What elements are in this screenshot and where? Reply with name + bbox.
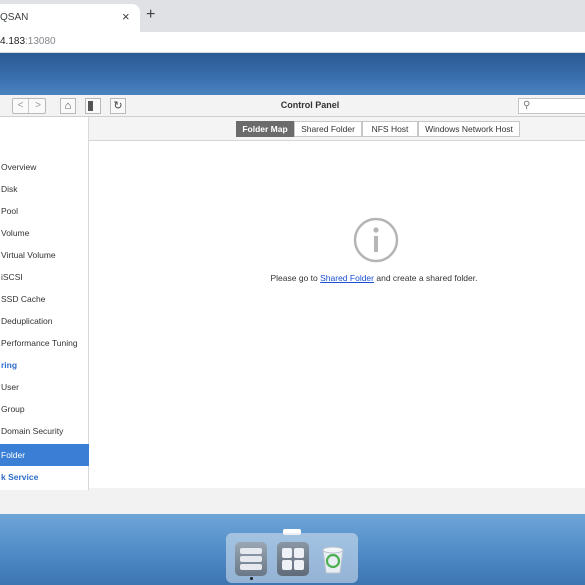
info-icon (353, 217, 399, 263)
message-prefix: Please go to (270, 273, 321, 283)
content-footer (89, 488, 585, 514)
desktop-background (0, 53, 585, 95)
tab-shared-folder[interactable]: Shared Folder (294, 121, 362, 137)
sidebar-category-network-service[interactable]: k Service (0, 466, 89, 488)
shared-folder-link[interactable]: Shared Folder (320, 273, 374, 283)
message-suffix: and create a shared folder. (374, 273, 478, 283)
sidebar-item-performance-tuning[interactable]: Performance Tuning (0, 332, 89, 354)
trash-icon (322, 546, 344, 574)
address-bar[interactable]: 4.183:13080 (0, 32, 585, 53)
home-icon: ⌂ (64, 100, 72, 112)
browser-tab-bar: QSAN × + (0, 0, 585, 32)
sidebar-item-folder[interactable]: Folder (0, 444, 89, 466)
sidebar-item-overview[interactable]: Overview (0, 156, 89, 178)
forward-button[interactable]: > (30, 99, 46, 113)
control-panel-window: < > ⌂ ↻ Control Panel ⚲ Overview Disk Po… (0, 95, 585, 514)
url-host: 4.183 (0, 36, 26, 47)
sidebar-item-deduplication[interactable]: Deduplication (0, 310, 89, 332)
app-center-icon[interactable] (277, 542, 309, 576)
tab-title: QSAN (0, 12, 29, 23)
sidebar-item-virtual-volume[interactable]: Virtual Volume (0, 244, 89, 266)
url-text: 4.183:13080 (0, 36, 56, 47)
toggle-sidebar-button[interactable] (85, 98, 101, 114)
window-title: Control Panel (280, 100, 340, 110)
sidebar: Overview Disk Pool Volume Virtual Volume… (0, 117, 89, 514)
nav-buttons: < > (12, 98, 46, 114)
sidebar-item-group[interactable]: Group (0, 398, 89, 420)
search-icon: ⚲ (523, 100, 531, 111)
back-button[interactable]: < (13, 99, 29, 113)
empty-state-message: Please go to Shared Folder and create a … (89, 273, 585, 283)
sidebar-item-user[interactable]: User (0, 376, 89, 398)
tab-nfs-host[interactable]: NFS Host (362, 121, 418, 137)
url-port: :13080 (25, 36, 56, 47)
sidebar-item-iscsi[interactable]: iSCSI (0, 266, 89, 288)
sidebar-item-pool[interactable]: Pool (0, 200, 89, 222)
content-tab-bar: Folder Map Shared Folder NFS Host Window… (89, 117, 585, 141)
storage-manager-app-icon[interactable] (235, 542, 267, 576)
window-titlebar: < > ⌂ ↻ Control Panel ⚲ (0, 95, 585, 117)
new-tab-button[interactable]: + (146, 6, 155, 24)
main-content: Folder Map Shared Folder NFS Host Window… (89, 117, 585, 514)
home-button[interactable]: ⌂ (60, 98, 76, 114)
sidebar-item-disk[interactable]: Disk (0, 178, 89, 200)
sidebar-footer (0, 490, 89, 514)
recycle-bin-icon[interactable] (317, 542, 349, 576)
running-indicator (250, 577, 253, 580)
sidebar-item-domain-security[interactable]: Domain Security (0, 420, 89, 442)
refresh-button[interactable]: ↻ (110, 98, 126, 114)
search-input[interactable]: ⚲ (518, 98, 585, 114)
refresh-icon: ↻ (113, 100, 123, 112)
tab-windows-network-host[interactable]: Windows Network Host (418, 121, 520, 137)
sidebar-icon (88, 101, 93, 111)
sidebar-category-sharing[interactable]: ring (0, 354, 89, 376)
sidebar-item-ssd-cache[interactable]: SSD Cache (0, 288, 89, 310)
tab-folder-map[interactable]: Folder Map (236, 121, 294, 137)
browser-tab[interactable]: QSAN × (0, 4, 140, 32)
close-tab-icon[interactable]: × (122, 9, 130, 24)
sidebar-item-volume[interactable]: Volume (0, 222, 89, 244)
